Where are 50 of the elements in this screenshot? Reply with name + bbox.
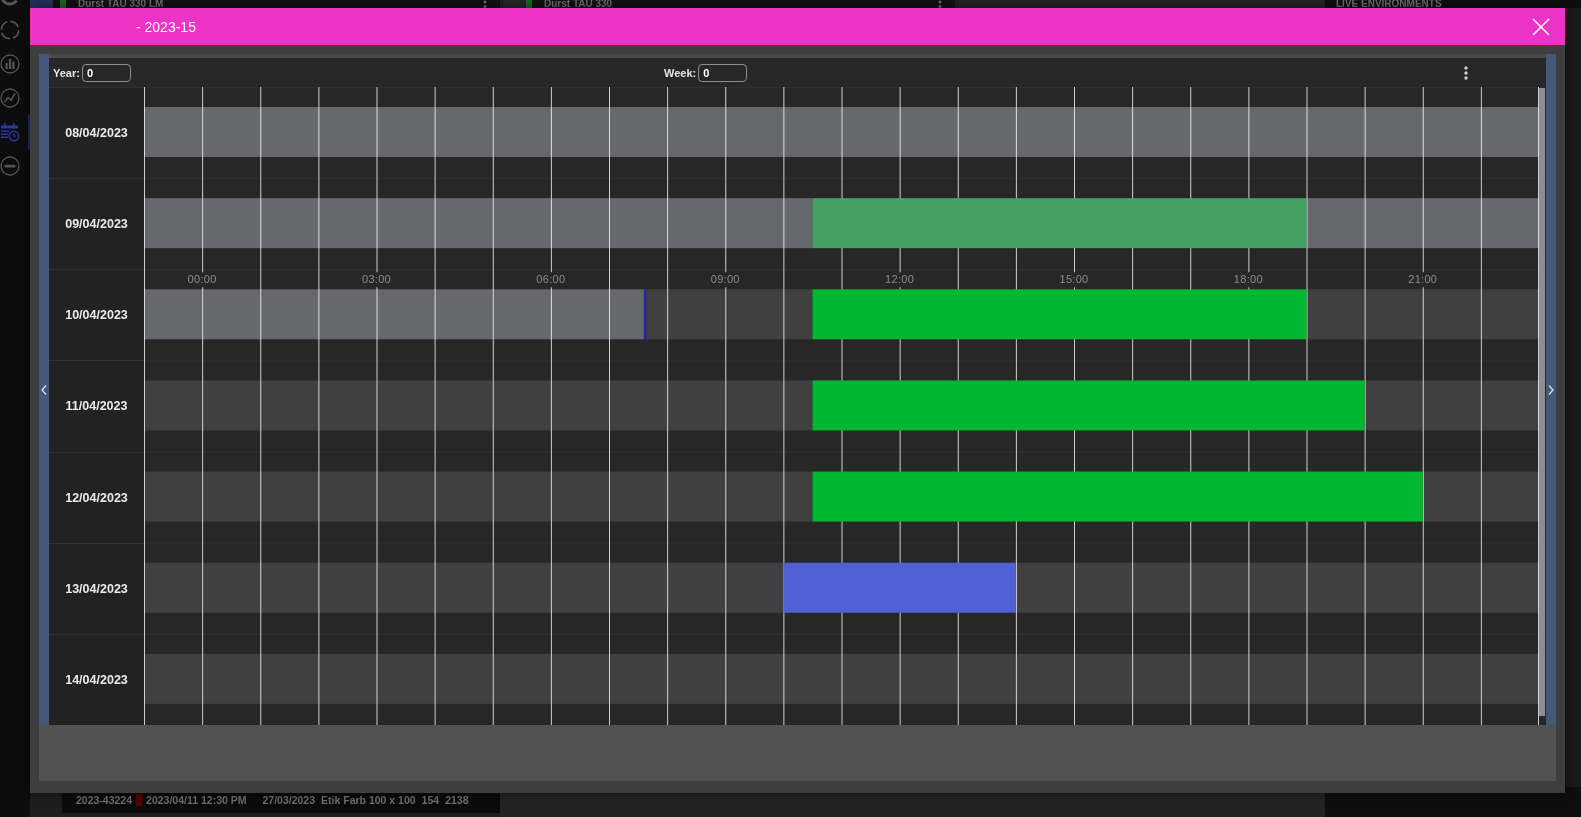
event-bar[interactable] — [812, 289, 1307, 340]
job-cell: 2023-43224 — [76, 794, 133, 806]
kebab-menu-icon — [1464, 65, 1468, 80]
chevron-right-icon — [1548, 384, 1554, 395]
job-cell: 154 — [421, 794, 440, 806]
panel-title: LIVE ENVIRONMENTS — [1336, 0, 1442, 8]
date-label: 11/04/2023 — [49, 360, 144, 452]
date-label: 10/04/2023 — [49, 269, 144, 361]
date-label: 08/04/2023 — [49, 87, 144, 179]
date-label: 14/04/2023 — [49, 633, 144, 725]
event-bar[interactable] — [812, 471, 1423, 522]
event-bar[interactable] — [812, 380, 1365, 431]
calendar-clock-icon — [0, 122, 20, 142]
time-label: 12:00 — [885, 273, 915, 286]
year-input[interactable]: 0 — [81, 63, 131, 82]
event-bar[interactable] — [783, 562, 1016, 613]
date-label: 13/04/2023 — [49, 542, 144, 634]
date-label: 09/04/2023 — [49, 178, 144, 270]
time-label: 15:00 — [1059, 273, 1089, 286]
dashed-ring-icon — [0, 20, 20, 40]
job-cell: Etik Farb 100 x 100 — [321, 794, 416, 806]
machine-name: Durst TAU 330 — [544, 0, 613, 8]
date-label: 12/04/2023 — [49, 451, 144, 543]
close-button[interactable] — [1531, 16, 1551, 37]
time-label: 06:00 — [536, 273, 566, 286]
job-cell: 2138 — [445, 794, 469, 806]
minus-circle-icon — [0, 156, 20, 176]
time-label: 00:00 — [187, 273, 217, 286]
chevron-left-icon — [41, 384, 47, 395]
week-input[interactable]: 0 — [698, 63, 748, 82]
bar-chart-icon — [0, 54, 20, 74]
machine-name: Durst TAU 330 LM — [78, 0, 164, 8]
time-label: 09:00 — [710, 273, 740, 286]
more-options-button[interactable] — [1462, 64, 1470, 81]
kebab-menu-icon[interactable] — [483, 0, 487, 8]
close-icon — [1532, 17, 1550, 36]
line-chart-icon — [0, 88, 20, 108]
job-cell: 27/03/2023 — [262, 794, 316, 806]
current-time-marker — [643, 289, 647, 340]
scrollbar-thumb[interactable] — [1539, 88, 1545, 716]
time-label: 21:00 — [1408, 273, 1438, 286]
event-bar[interactable] — [812, 198, 1307, 249]
job-cell: 2023/04/11 12:30 PM — [146, 794, 247, 806]
time-label: 03:00 — [362, 273, 391, 286]
week-label: Week: — [664, 66, 697, 79]
dialog-title: - 2023-15 — [136, 18, 196, 35]
time-label: 18:00 — [1233, 273, 1263, 286]
card-side-strip — [30, 0, 53, 8]
kebab-menu-icon[interactable] — [938, 0, 942, 8]
year-label: Year: — [53, 66, 80, 79]
